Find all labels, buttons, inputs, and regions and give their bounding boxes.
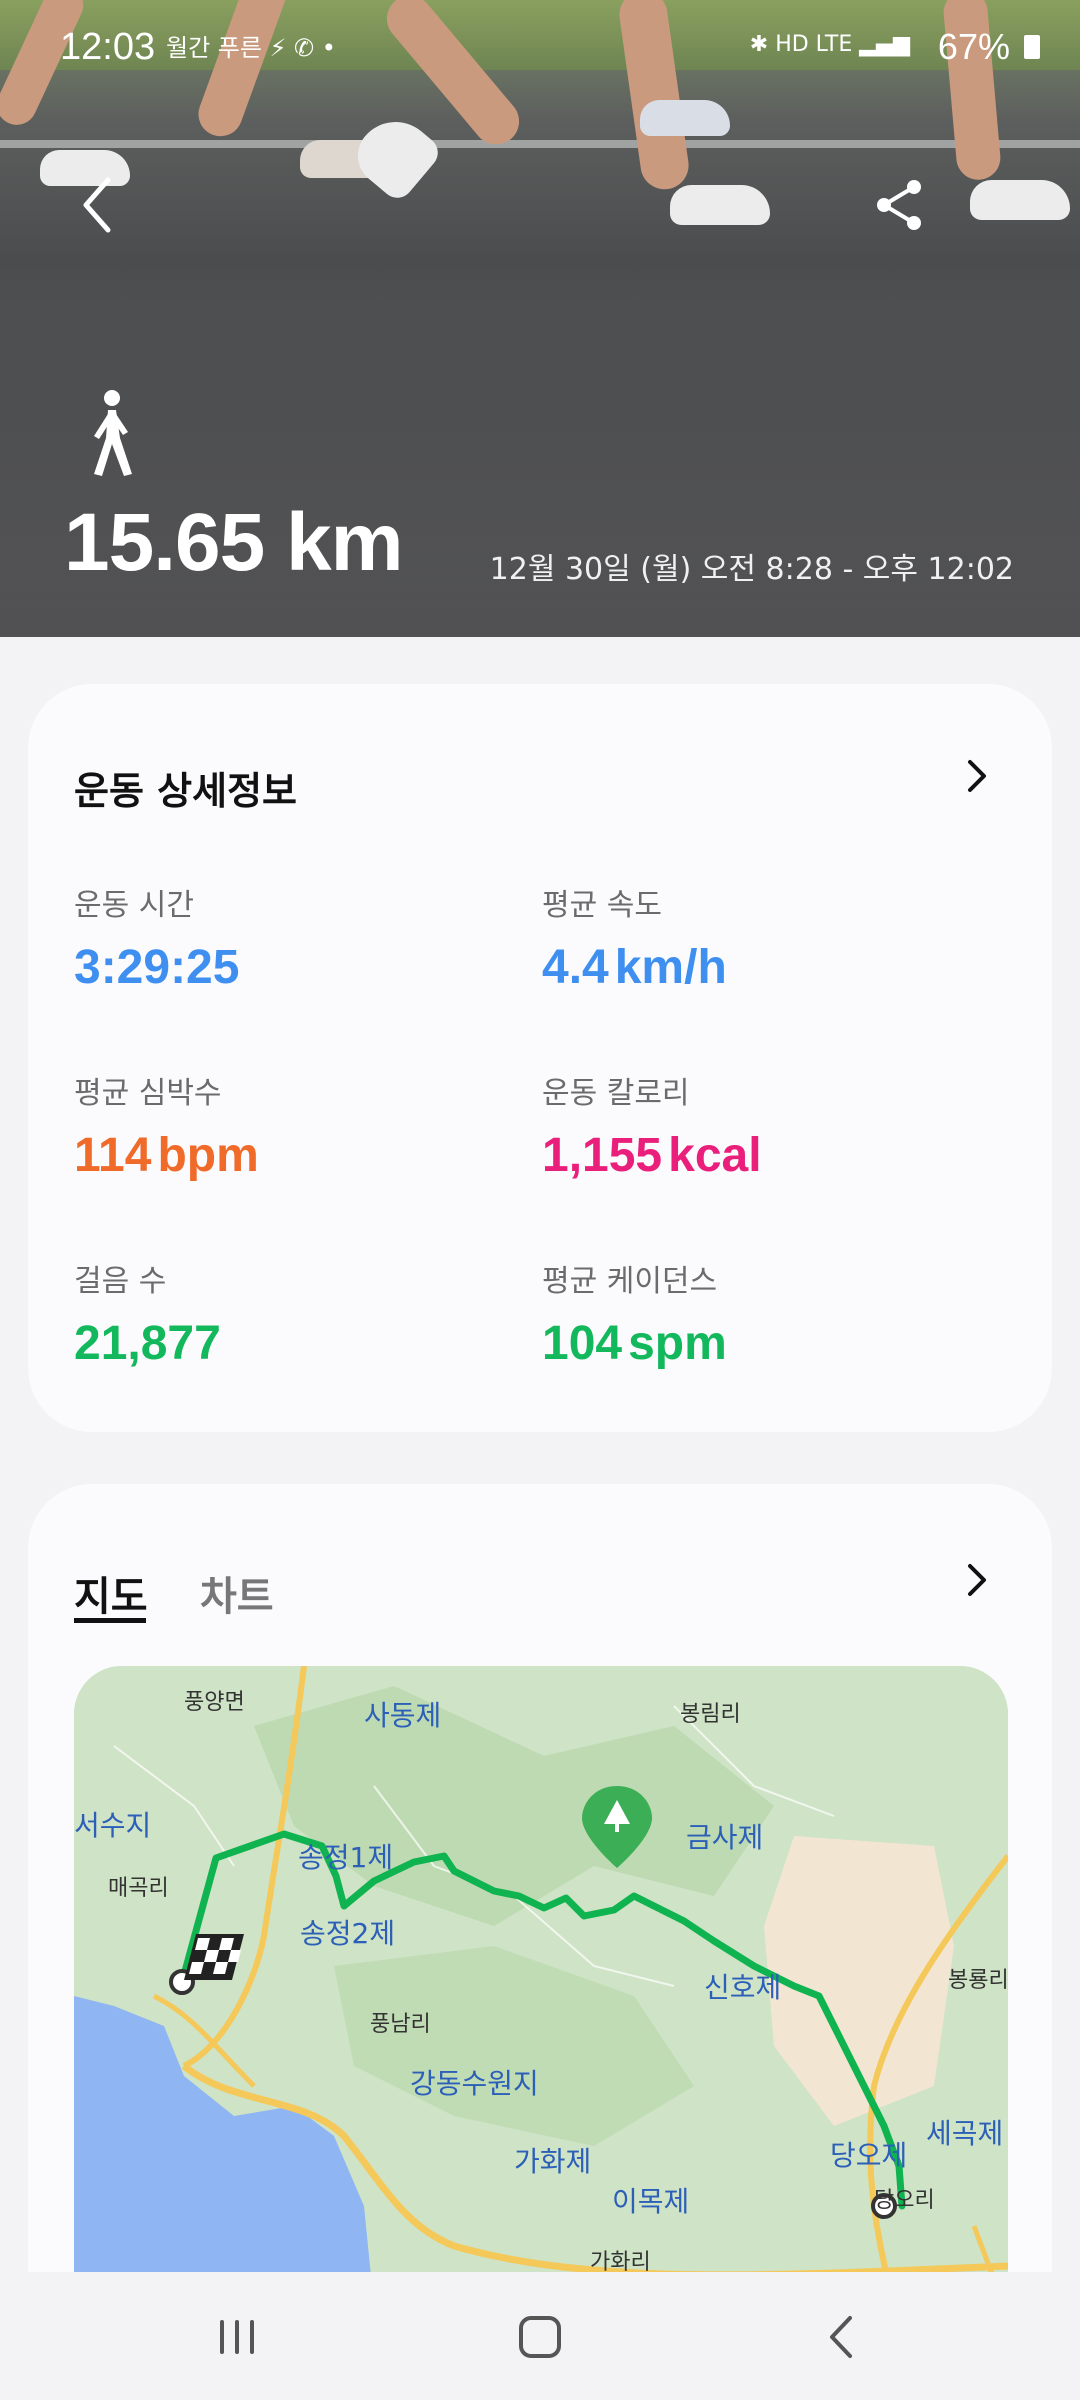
- status-battery: 67%: [938, 26, 1040, 68]
- walking-person-icon: [82, 388, 142, 478]
- tab-chart[interactable]: 차트: [200, 1564, 274, 1622]
- stat-label: 운동 시간: [74, 888, 194, 923]
- stat-number: 21,877: [74, 1317, 221, 1370]
- runner-shoe: [970, 180, 1070, 220]
- stat-unit: kcal: [668, 1129, 762, 1182]
- map-label: 봉룡리: [948, 1968, 1008, 1993]
- map-label: 봉림리: [680, 1702, 741, 1727]
- chevron-left-icon: [83, 177, 111, 233]
- map-label: 서수지: [74, 1809, 152, 1842]
- status-bar: 12:03 월간 푸른 ⚡ ✆ • ✱ HD LTE ▂▄▆ 67%: [0, 18, 1080, 78]
- chevron-right-icon[interactable]: [962, 1560, 992, 1600]
- stat-value: 4.4 km/h: [542, 940, 727, 995]
- workout-datetime: 12월 30일 (월) 오전 8:28 - 오후 12:02: [489, 552, 1014, 587]
- map-label: 송정2제: [300, 1917, 396, 1950]
- workout-details-card[interactable]: 운동 상세정보 운동 시간 3:29:25 평균 속도 4.4 km/h 평균 심…: [28, 684, 1052, 1432]
- map-label: 송정1제: [298, 1841, 394, 1874]
- stat-value: 1,155 kcal: [542, 1128, 762, 1183]
- stat-number: 3:29:25: [74, 941, 240, 994]
- recents-icon[interactable]: [202, 2302, 272, 2372]
- share-button[interactable]: [870, 175, 930, 235]
- share-icon: [877, 180, 921, 230]
- map-label: 당오리: [874, 2188, 935, 2213]
- system-nav-bar: [0, 2272, 1080, 2400]
- map-chart-card: 지도 차트 풍양면 사동제 봉림리 서수지 송정1제 금사제 매곡리 송정2제 …: [28, 1484, 1052, 2400]
- stat-value: 114 bpm: [74, 1128, 259, 1183]
- stat-duration: 운동 시간 3:29:25: [74, 880, 239, 995]
- stat-avg-speed: 평균 속도 4.4 km/h: [542, 880, 727, 995]
- stat-label: 운동 칼로리: [542, 1076, 690, 1111]
- stat-number: 4.4: [542, 941, 609, 994]
- stat-calories: 운동 칼로리 1,155 kcal: [542, 1068, 762, 1183]
- back-icon[interactable]: [808, 2302, 878, 2372]
- route-map[interactable]: 풍양면 사동제 봉림리 서수지 송정1제 금사제 매곡리 송정2제 신호제 봉룡…: [74, 1666, 1008, 2306]
- battery-percent: 67%: [937, 26, 1010, 67]
- status-signal-icons: ✱ HD LTE ▂▄▆: [749, 32, 910, 57]
- stat-unit: km/h: [614, 941, 727, 994]
- map-graphic: [74, 1666, 1008, 2306]
- map-label: 강동수원지: [410, 2067, 539, 2100]
- chevron-right-icon[interactable]: [962, 756, 992, 796]
- map-label: 가화제: [514, 2145, 592, 2178]
- map-label: 당오제: [830, 2139, 908, 2172]
- battery-icon: [1024, 35, 1040, 59]
- stat-steps: 걸음 수 21,877: [74, 1256, 221, 1371]
- stat-label: 평균 케이던스: [542, 1264, 718, 1299]
- stat-number: 114: [74, 1129, 152, 1182]
- stat-value: 3:29:25: [74, 940, 239, 995]
- stat-label: 걸음 수: [74, 1264, 167, 1299]
- map-label: 사동제: [364, 1699, 442, 1732]
- total-distance: 15.65 km: [64, 497, 403, 588]
- runner-shoe: [345, 105, 445, 205]
- home-icon[interactable]: [505, 2302, 575, 2372]
- status-notification-icons: 월간 푸른 ⚡ ✆ •: [166, 34, 336, 62]
- back-button[interactable]: [70, 170, 130, 240]
- stat-number: 1,155: [542, 1129, 663, 1182]
- stat-unit: spm: [628, 1317, 727, 1370]
- stat-number: 104: [542, 1317, 623, 1370]
- tab-map[interactable]: 지도: [74, 1564, 148, 1622]
- stat-label: 평균 속도: [542, 888, 662, 923]
- map-label: 풍남리: [370, 2012, 431, 2037]
- runner-shoe: [670, 185, 770, 225]
- map-label: 풍양면: [184, 1690, 245, 1715]
- map-label: 이목제: [612, 2185, 690, 2218]
- hero-banner: 12:03 월간 푸른 ⚡ ✆ • ✱ HD LTE ▂▄▆ 67% 15.65…: [0, 0, 1080, 637]
- stat-avg-cadence: 평균 케이던스 104 spm: [542, 1256, 727, 1371]
- hero-road-line: [0, 140, 1080, 148]
- stat-label: 평균 심박수: [74, 1076, 222, 1111]
- map-label: 신호제: [704, 1971, 782, 2004]
- stat-value: 21,877: [74, 1316, 221, 1371]
- stat-value: 104 spm: [542, 1316, 727, 1371]
- stat-avg-heart-rate: 평균 심박수 114 bpm: [74, 1068, 259, 1183]
- stat-unit: bpm: [157, 1129, 259, 1182]
- runner-shoe: [640, 100, 730, 136]
- map-label: 세곡제: [926, 2117, 1004, 2150]
- checkered-flag-icon: [184, 1934, 244, 1980]
- details-title: 운동 상세정보: [74, 769, 297, 813]
- map-label: 금사제: [686, 1821, 764, 1854]
- tab-map-indicator: [74, 1618, 146, 1623]
- status-time: 12:03: [60, 26, 156, 68]
- map-label: 매곡리: [108, 1876, 169, 1901]
